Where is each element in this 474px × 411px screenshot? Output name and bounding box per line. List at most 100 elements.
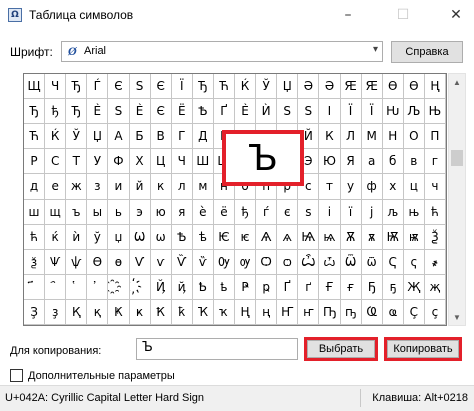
char-cell[interactable]: Г bbox=[171, 124, 193, 150]
char-cell[interactable]: Ѐ bbox=[235, 99, 257, 125]
char-cell[interactable]: ѳ bbox=[108, 249, 130, 275]
char-cell[interactable]: ђ bbox=[45, 99, 67, 125]
char-cell[interactable]: Ғ bbox=[319, 274, 341, 300]
char-cell[interactable]: ф bbox=[361, 174, 383, 200]
char-cell[interactable]: С bbox=[45, 149, 67, 175]
char-cell[interactable]: Ԋ bbox=[382, 99, 404, 125]
char-cell[interactable]: Ң bbox=[235, 299, 257, 325]
char-cell[interactable]: Ў bbox=[256, 74, 278, 100]
char-cell[interactable]: П bbox=[424, 124, 446, 150]
char-cell[interactable]: д bbox=[24, 174, 46, 200]
char-cell[interactable]: Д bbox=[192, 124, 214, 150]
char-cell[interactable]: й bbox=[129, 174, 151, 200]
char-cell[interactable]: ѫ bbox=[361, 224, 383, 250]
char-cell[interactable]: Ѻ bbox=[256, 249, 278, 275]
char-cell[interactable]: є bbox=[277, 199, 299, 225]
char-cell[interactable]: Ҡ bbox=[192, 299, 214, 325]
char-cell[interactable]: Ҋ bbox=[150, 274, 172, 300]
char-cell[interactable]: Ә bbox=[298, 74, 320, 100]
char-cell[interactable]: м bbox=[192, 174, 214, 200]
char-cell[interactable]: е bbox=[45, 174, 67, 200]
char-cell[interactable]: Ѕ bbox=[298, 99, 320, 125]
char-cell[interactable]: Ѳ bbox=[87, 249, 109, 275]
char-cell[interactable]: Н bbox=[382, 124, 404, 150]
char-cell[interactable]: Ҟ bbox=[150, 299, 172, 325]
char-cell[interactable]: у bbox=[340, 174, 362, 200]
char-cell[interactable]: ѧ bbox=[277, 224, 299, 250]
char-cell[interactable]: ђ bbox=[235, 199, 257, 225]
char-cell[interactable]: Ѣ bbox=[171, 224, 193, 250]
char-cell[interactable]: ҥ bbox=[298, 299, 320, 325]
char-cell[interactable]: Ѕ bbox=[277, 99, 299, 125]
char-cell[interactable]: Ѣ bbox=[192, 99, 214, 125]
char-cell[interactable]: Ә bbox=[319, 74, 341, 100]
char-cell[interactable]: ҫ bbox=[424, 299, 446, 325]
char-cell[interactable]: Џ bbox=[87, 124, 109, 150]
char-cell[interactable]: Ѽ bbox=[298, 249, 320, 275]
char-cell[interactable]: Ґ bbox=[277, 274, 299, 300]
char-cell[interactable]: Ч bbox=[45, 74, 67, 100]
char-cell[interactable]: ҍ bbox=[213, 274, 235, 300]
char-cell[interactable]: Я bbox=[340, 149, 362, 175]
char-cell[interactable]: ҙ bbox=[45, 299, 67, 325]
char-cell[interactable]: Ѓ bbox=[87, 74, 109, 100]
char-cell[interactable]: җ bbox=[424, 274, 446, 300]
char-cell[interactable]: Ќ bbox=[235, 74, 257, 100]
char-cell[interactable]: Ќ bbox=[45, 124, 67, 150]
char-cell[interactable]: ќ bbox=[45, 224, 67, 250]
char-cell[interactable]: ҧ bbox=[340, 299, 362, 325]
char-cell[interactable]: ы bbox=[87, 199, 109, 225]
char-cell[interactable]: ҂ bbox=[424, 249, 446, 275]
char-cell[interactable]: г bbox=[424, 149, 446, 175]
char-cell[interactable]: ѩ bbox=[319, 224, 341, 250]
scroll-thumb[interactable] bbox=[451, 150, 463, 166]
char-cell[interactable]: ѷ bbox=[192, 249, 214, 275]
char-cell[interactable]: џ bbox=[108, 224, 130, 250]
char-cell[interactable]: Ѐ bbox=[129, 99, 151, 125]
char-cell[interactable]: Ѵ bbox=[129, 249, 151, 275]
char-cell[interactable]: ѱ bbox=[66, 249, 88, 275]
char-cell[interactable]: Ђ bbox=[24, 99, 46, 125]
char-cell[interactable]: ҁ bbox=[403, 249, 425, 275]
char-cell[interactable]: К bbox=[319, 124, 341, 150]
char-cell[interactable]: Ћ bbox=[24, 124, 46, 150]
char-cell[interactable]: ҩ bbox=[382, 299, 404, 325]
char-cell[interactable]: к bbox=[150, 174, 172, 200]
char-cell[interactable]: ъ bbox=[66, 199, 88, 225]
char-cell[interactable]: ѭ bbox=[403, 224, 425, 250]
char-cell[interactable]: ѓ bbox=[256, 199, 278, 225]
char-cell[interactable]: Ћ bbox=[213, 74, 235, 100]
char-cell[interactable]: Є bbox=[150, 99, 172, 125]
advanced-options[interactable]: Дополнительные параметры bbox=[10, 369, 175, 382]
font-select[interactable]: Ø Arial ▾ bbox=[61, 41, 383, 62]
char-cell[interactable]: Б bbox=[129, 124, 151, 150]
char-cell[interactable]: ҡ bbox=[213, 299, 235, 325]
char-cell[interactable]: І bbox=[319, 99, 341, 125]
char-cell[interactable]: і bbox=[319, 199, 341, 225]
char-cell[interactable]: ћ bbox=[424, 199, 446, 225]
char-cell[interactable]: њ bbox=[403, 199, 425, 225]
char-cell[interactable]: Є bbox=[150, 74, 172, 100]
char-cell[interactable]: щ bbox=[45, 199, 67, 225]
char-cell[interactable]: Х bbox=[129, 149, 151, 175]
char-cell[interactable]: ҆ bbox=[87, 274, 109, 300]
char-cell[interactable]: ь bbox=[108, 199, 130, 225]
char-cell[interactable]: ҉ bbox=[129, 274, 151, 300]
char-cell[interactable]: Т bbox=[66, 149, 88, 175]
char-cell[interactable]: љ bbox=[382, 199, 404, 225]
advanced-checkbox[interactable] bbox=[10, 369, 23, 382]
char-cell[interactable]: Ѥ bbox=[213, 224, 235, 250]
char-cell[interactable]: Ї bbox=[361, 99, 383, 125]
char-cell[interactable]: ѕ bbox=[298, 199, 320, 225]
char-cell[interactable]: Ѕ bbox=[108, 99, 130, 125]
char-cell[interactable]: В bbox=[150, 124, 172, 150]
char-cell[interactable]: ґ bbox=[298, 274, 320, 300]
char-cell[interactable]: ѝ bbox=[66, 224, 88, 250]
char-cell[interactable]: ћ bbox=[24, 224, 46, 250]
char-cell[interactable]: Ч bbox=[171, 149, 193, 175]
char-cell[interactable]: Ң bbox=[424, 74, 446, 100]
minimize-button[interactable]: – bbox=[330, 0, 366, 30]
char-cell[interactable]: ѣ bbox=[192, 224, 214, 250]
char-cell[interactable]: Ԙ bbox=[340, 74, 362, 100]
char-cell[interactable]: ҟ bbox=[171, 299, 193, 325]
